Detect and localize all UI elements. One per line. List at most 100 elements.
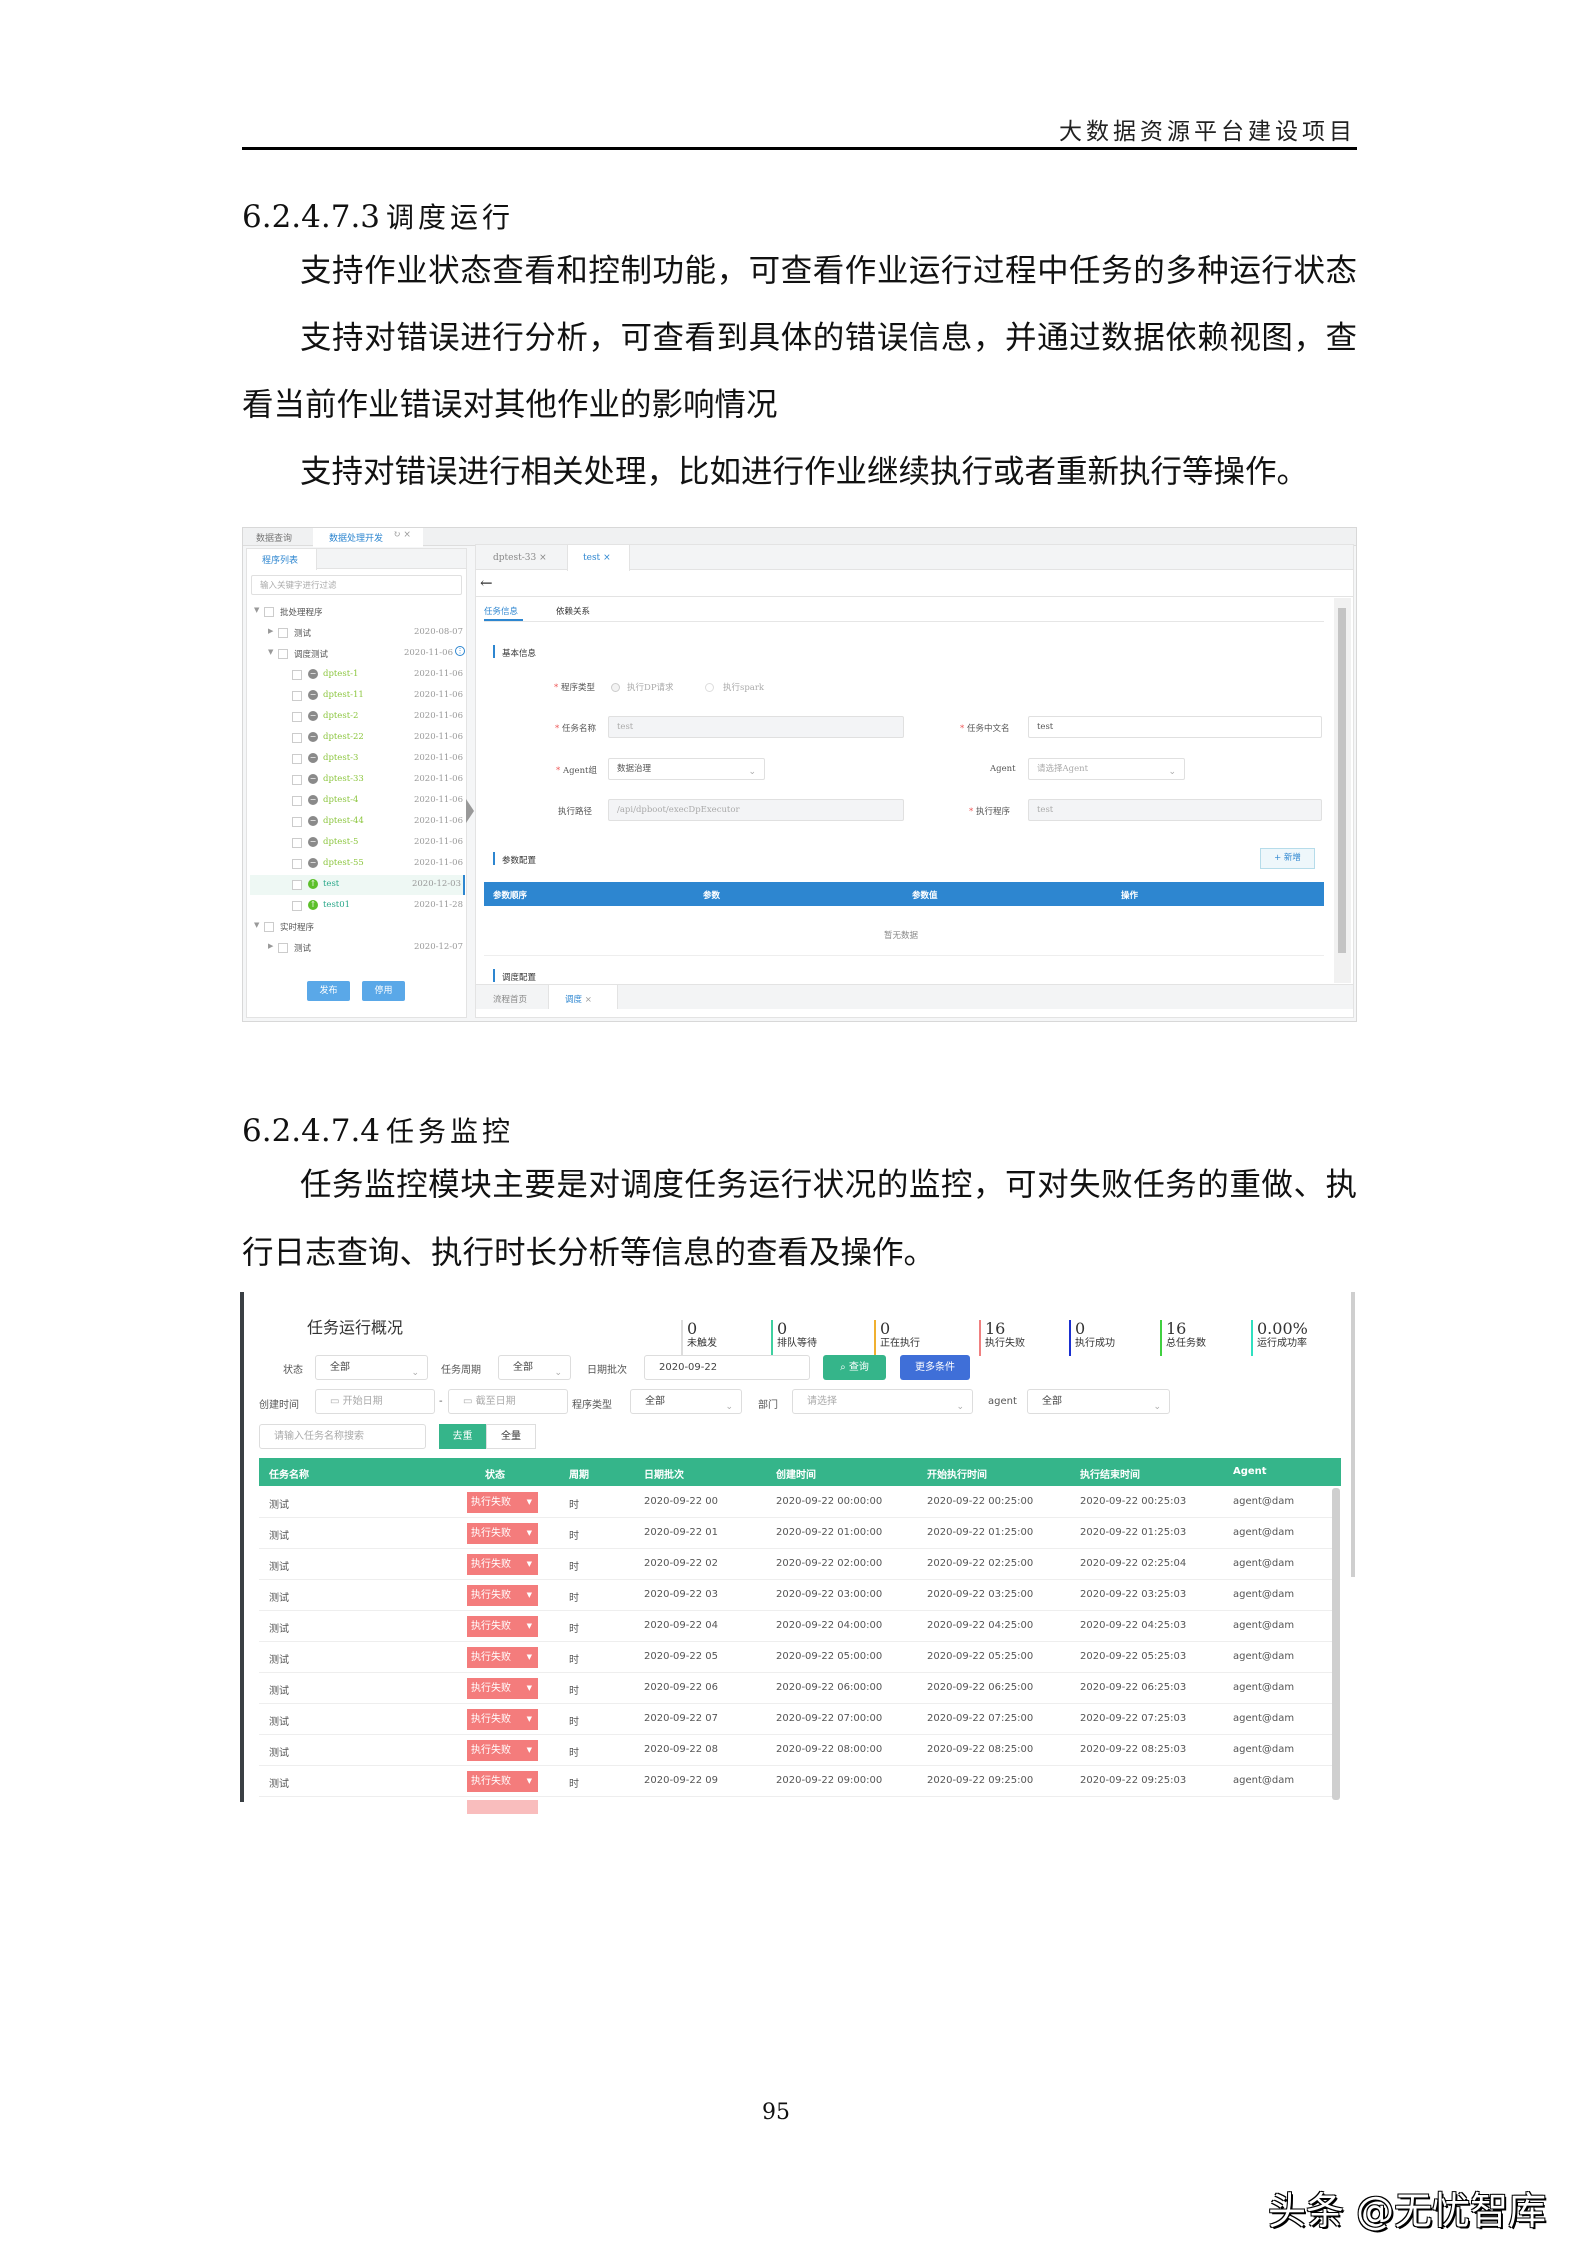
column-header[interactable]: 周期 <box>569 1466 589 1481</box>
status-dropdown[interactable]: 执行失败 ▼ <box>467 1771 538 1792</box>
tree-filter-input[interactable]: 输入关键字进行过滤 <box>251 575 462 595</box>
more-conditions-button[interactable]: 更多条件 <box>900 1355 970 1380</box>
checkbox[interactable] <box>292 691 302 701</box>
tree-item[interactable]: − dptest-33 2020-11-06 <box>250 770 465 790</box>
more-icon[interactable]: ⋮ <box>455 646 465 656</box>
tree-item[interactable]: ▶ 测试 2020-08-07 <box>250 623 465 643</box>
tree-item[interactable]: ↑ test 2020-12-03 <box>250 875 465 895</box>
checkbox[interactable] <box>278 649 288 659</box>
close-icon[interactable]: × <box>585 995 592 1005</box>
agent-select[interactable]: 请选择Agent ⌄ <box>1028 758 1185 780</box>
scrollbar[interactable] <box>1334 598 1351 983</box>
status-dropdown[interactable]: 执行失败 ▼ <box>467 1678 538 1699</box>
caret-down-icon[interactable]: ▼ <box>254 606 259 614</box>
tree-item[interactable]: ▼ 批处理程序 <box>250 602 465 622</box>
tree-item[interactable]: ▶ 测试 2020-12-07 <box>250 938 465 958</box>
column-header[interactable]: 任务名称 <box>269 1466 309 1481</box>
table-row[interactable]: 测试 执行失败 ▼ 时 2020-09-22 09 2020-09-22 09:00:00… <box>259 1766 1333 1797</box>
status-dropdown[interactable]: 执行失败 ▼ <box>467 1740 538 1761</box>
table-row[interactable]: 测试 执行失败 ▼ 时 2020-09-22 00 2020-09-22 00:00:00… <box>259 1487 1333 1518</box>
tree-item[interactable]: − dptest-4 2020-11-06 <box>250 791 465 811</box>
program-type-select[interactable]: 全部 ⌄ <box>630 1389 742 1414</box>
tab-data-query[interactable]: 数据查询 <box>256 531 292 544</box>
agent-group-select[interactable]: 数据治理 ⌄ <box>608 758 765 780</box>
status-select[interactable]: 全部 ⌄ <box>315 1355 428 1380</box>
add-param-button[interactable]: + 新增 <box>1260 848 1315 869</box>
checkbox[interactable] <box>292 754 302 764</box>
table-row[interactable]: 测试 执行失败 ▼ 时 2020-09-22 04 2020-09-22 04:00:00… <box>259 1611 1333 1642</box>
checkbox[interactable] <box>292 733 302 743</box>
status-dropdown[interactable]: 执行失败 ▼ <box>467 1554 538 1575</box>
checkbox[interactable] <box>292 880 302 890</box>
cycle-select[interactable]: 全部 ⌄ <box>498 1355 571 1380</box>
caret-down-icon[interactable]: ▼ <box>254 921 259 929</box>
checkbox[interactable] <box>292 670 302 680</box>
column-header[interactable]: 开始执行时间 <box>927 1466 987 1481</box>
checkbox[interactable] <box>292 901 302 911</box>
caret-right-icon[interactable]: ▶ <box>268 942 273 950</box>
subtab-task-info[interactable]: 任务信息 <box>484 605 518 617</box>
scrollbar-thumb[interactable] <box>1338 608 1346 953</box>
tree-item[interactable]: ▼ 调度测试 2020-11-06 ⋮ <box>250 644 465 664</box>
dedup-toggle[interactable]: 去重 <box>439 1424 486 1449</box>
full-toggle[interactable]: 全量 <box>486 1424 536 1449</box>
tree-item[interactable]: ▼ 实时程序 <box>250 917 465 937</box>
tree-item[interactable]: − dptest-5 2020-11-06 <box>250 833 465 853</box>
task-search-input[interactable]: 请输入任务名称搜索 <box>259 1424 426 1449</box>
checkbox[interactable] <box>264 607 274 617</box>
disable-button[interactable]: 停用 <box>362 981 405 1001</box>
table-scrollbar[interactable] <box>1332 1488 1340 1800</box>
caret-down-icon[interactable]: ▼ <box>268 648 273 656</box>
tree-item[interactable]: − dptest-3 2020-11-06 <box>250 749 465 769</box>
publish-button[interactable]: 发布 <box>307 981 350 1001</box>
department-select[interactable]: 请选择 ⌄ <box>792 1389 973 1414</box>
close-icon[interactable]: × <box>603 553 611 563</box>
table-row[interactable]: 测试 执行失败 ▼ 时 2020-09-22 02 2020-09-22 02:00:00… <box>259 1549 1333 1580</box>
tree-item[interactable]: − dptest-2 2020-11-06 <box>250 707 465 727</box>
checkbox[interactable] <box>292 775 302 785</box>
exec-program-input[interactable]: test <box>1028 799 1322 821</box>
status-dropdown[interactable]: 执行失败 ▼ <box>467 1523 538 1544</box>
table-row[interactable]: 测试 执行失败 ▼ 时 2020-09-22 07 2020-09-22 07:00:00… <box>259 1704 1333 1735</box>
checkbox[interactable] <box>292 712 302 722</box>
collapse-panel-handle[interactable] <box>466 799 474 823</box>
checkbox[interactable] <box>292 817 302 827</box>
back-arrow-icon[interactable]: ← <box>480 574 493 592</box>
exec-path-input[interactable]: /api/dpboot/execDpExecutor <box>608 799 904 821</box>
tree-item[interactable]: ↑ test01 2020-11-28 <box>250 896 465 916</box>
table-row[interactable]: 测试 执行失败 ▼ 时 2020-09-22 06 2020-09-22 06:00:00… <box>259 1673 1333 1704</box>
checkbox[interactable] <box>292 796 302 806</box>
query-button[interactable]: ⌕ 查询 <box>823 1355 886 1380</box>
tree-item[interactable]: − dptest-22 2020-11-06 <box>250 728 465 748</box>
start-date-input[interactable]: ▭ 开始日期 <box>315 1389 435 1414</box>
batch-date-input[interactable]: 2020-09-22 <box>644 1355 810 1380</box>
close-icon[interactable]: × <box>539 553 547 563</box>
page-scrollbar[interactable] <box>1351 1292 1355 1577</box>
checkbox[interactable] <box>278 943 288 953</box>
status-dropdown[interactable]: 执行失败 ▼ <box>467 1647 538 1668</box>
table-row[interactable]: 测试 执行失败 ▼ 时 2020-09-22 03 2020-09-22 03:00:00… <box>259 1580 1333 1611</box>
status-dropdown[interactable]: 执行失败 ▼ <box>467 1492 538 1513</box>
tree-item[interactable]: − dptest-1 2020-11-06 <box>250 665 465 685</box>
status-dropdown[interactable]: 执行失败 ▼ <box>467 1616 538 1637</box>
column-header[interactable]: 状态 <box>485 1466 505 1481</box>
subtab-dependencies[interactable]: 依赖关系 <box>556 605 590 617</box>
checkbox[interactable] <box>278 628 288 638</box>
task-name-input[interactable]: test <box>608 716 904 738</box>
radio-dp-request[interactable] <box>611 683 620 692</box>
column-header[interactable]: Agent <box>1233 1466 1267 1477</box>
tree-item[interactable]: − dptest-44 2020-11-06 <box>250 812 465 832</box>
checkbox[interactable] <box>292 859 302 869</box>
bottom-tab-home[interactable]: 流程首页 <box>493 993 527 1005</box>
caret-right-icon[interactable]: ▶ <box>268 627 273 635</box>
tree-item[interactable]: − dptest-11 2020-11-06 <box>250 686 465 706</box>
table-row[interactable]: 测试 执行失败 ▼ 时 2020-09-22 05 2020-09-22 05:00:00… <box>259 1642 1333 1673</box>
end-date-input[interactable]: ▭ 截至日期 <box>448 1389 568 1414</box>
tab-data-dev[interactable]: 数据处理开发 <box>329 531 383 544</box>
status-dropdown[interactable]: 执行失败 ▼ <box>467 1709 538 1730</box>
radio-spark[interactable] <box>705 683 714 692</box>
task-cn-name-input[interactable]: test <box>1028 716 1322 738</box>
column-header[interactable]: 执行结束时间 <box>1080 1466 1140 1481</box>
editor-tab-dptest-33[interactable]: dptest-33 × <box>493 553 547 563</box>
table-row[interactable]: 测试 执行失败 ▼ 时 2020-09-22 01 2020-09-22 01:00:00… <box>259 1518 1333 1549</box>
